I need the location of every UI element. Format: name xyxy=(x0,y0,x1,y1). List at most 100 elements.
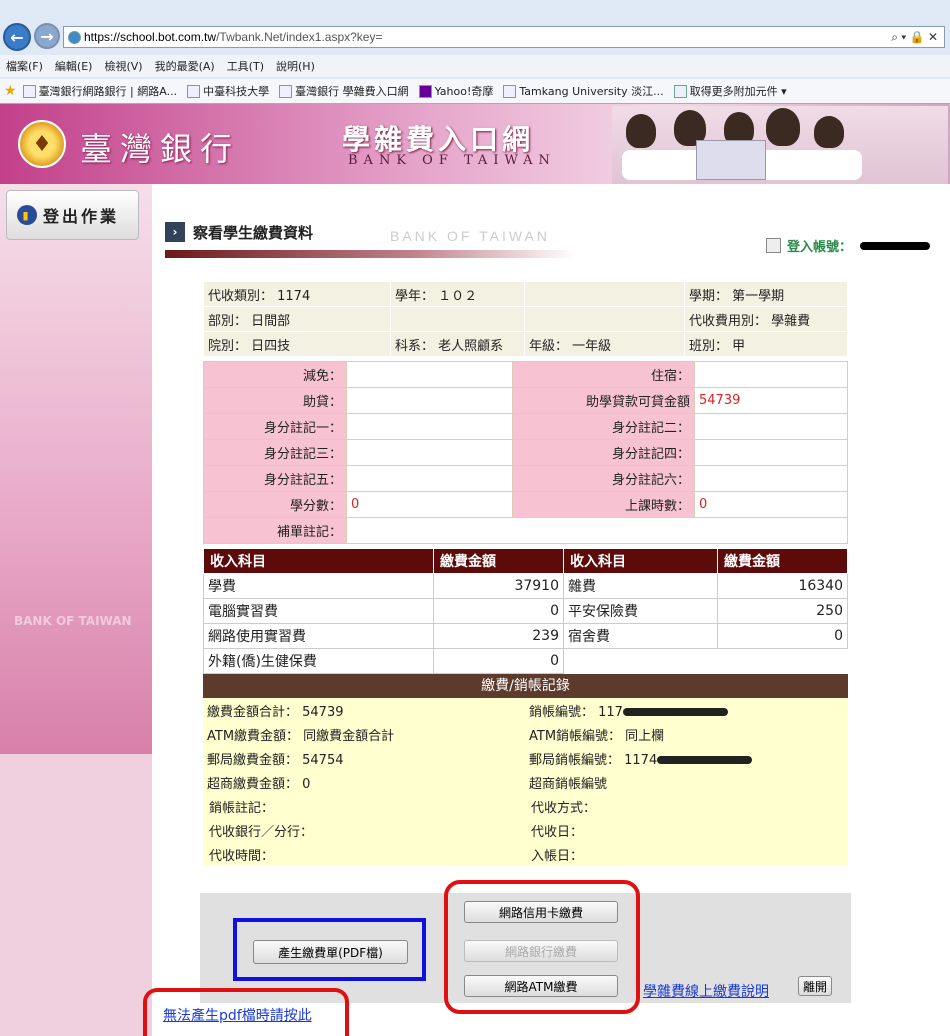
record-account-no: 銷帳編號： 117 xyxy=(525,698,848,722)
menu-edit[interactable]: 編輯(E) xyxy=(55,58,93,74)
detail-value xyxy=(694,439,848,466)
detail-label: 助學貸款可貸金額 xyxy=(512,387,695,414)
page-title: › 察看學生繳費資料 xyxy=(165,220,385,244)
fee-empty xyxy=(563,648,848,674)
fav-item[interactable]: 中臺科技大學 xyxy=(187,83,269,99)
fee-item: 外籍(僑)生健保費 xyxy=(203,648,434,674)
detail-value xyxy=(346,387,513,414)
detail-value xyxy=(346,413,513,440)
ie-icon xyxy=(68,30,81,44)
title-underline xyxy=(165,250,575,258)
page-icon xyxy=(22,84,36,98)
menu-help[interactable]: 說明(H) xyxy=(276,58,315,74)
detail-label: 身分註記四： xyxy=(512,439,695,466)
fav-item[interactable]: 臺灣銀行網路銀行 | 網路A... xyxy=(22,83,177,99)
detail-label: 身分註記六： xyxy=(512,465,695,492)
menu-favorites[interactable]: 我的最愛(A) xyxy=(155,58,215,74)
favorites-bar: ★ 臺灣銀行網路銀行 | 網路A... 中臺科技大學 臺灣銀行 學雜費入口網 Y… xyxy=(0,79,950,103)
fav-item[interactable]: 臺灣銀行 學雜費入口網 xyxy=(279,83,409,99)
detail-value xyxy=(694,465,848,492)
record-collect-method: 代收方式： xyxy=(525,794,848,818)
fee-header: 收入科目 xyxy=(203,548,434,574)
online-payment-help-link[interactable]: 學雜費線上繳費說明 xyxy=(643,981,769,1001)
redacted-number xyxy=(622,708,728,716)
detail-row: 身分註記一： 身分註記二： xyxy=(203,413,848,440)
logout-button[interactable]: ▮ 登出作業 xyxy=(6,190,139,240)
yahoo-icon xyxy=(418,84,432,98)
red-highlight-box xyxy=(444,880,640,1014)
detail-value xyxy=(346,439,513,466)
detail-value: 0 xyxy=(694,491,848,518)
student-info-table: 代收類別： 1174 學年： １０２ 學期： 第一學期 部別： 日間部 代收費用… xyxy=(203,281,848,357)
school-year: 學年： １０２ xyxy=(390,281,525,307)
fee-item: 電腦實習費 xyxy=(203,598,434,624)
address-tools-icon[interactable]: ⌕ ▾ 🔒 ✕ xyxy=(891,30,938,45)
detail-label: 上課時數： xyxy=(512,491,695,518)
url-domain: https://school.bot.com.tw xyxy=(84,30,217,44)
fav-item[interactable]: 取得更多附加元件 ▾ xyxy=(673,83,787,99)
detail-row: 身分註記五： 身分註記六： xyxy=(203,465,848,492)
record-store-account: 超商銷帳編號 xyxy=(525,770,848,794)
back-arrow-icon[interactable]: ← xyxy=(3,23,31,51)
detail-value: 0 xyxy=(346,491,513,518)
redacted-account xyxy=(860,241,931,250)
detail-value xyxy=(694,413,848,440)
fee-amount: 250 xyxy=(717,598,848,624)
fee-header: 繳費金額 xyxy=(717,548,848,574)
college: 院別： 日四技 xyxy=(203,331,391,357)
forward-arrow-icon[interactable]: → xyxy=(34,23,60,49)
fee-item: 雜費 xyxy=(563,573,718,599)
url-path: /Twbank.Net/index1.aspx?key= xyxy=(216,30,383,44)
record-post-account: 郵局銷帳編號： 1174 xyxy=(525,746,848,770)
page-icon xyxy=(187,84,201,98)
favorites-star-icon[interactable]: ★ xyxy=(4,83,17,99)
detail-value xyxy=(346,465,513,492)
fee-item: 學費 xyxy=(203,573,434,599)
title-arrow-icon: › xyxy=(165,222,185,242)
user-icon xyxy=(766,238,781,253)
portal-title-en: BANK OF TAIWAN xyxy=(348,153,556,168)
record-atm-amount: ATM繳費金額： 同繳費金額合計 xyxy=(203,722,525,746)
fee-amount: 37910 xyxy=(433,573,564,599)
fee-amount: 0 xyxy=(433,598,564,624)
fee-row: 電腦實習費 0 平安保險費 250 xyxy=(203,598,848,624)
detail-label: 身分註記二： xyxy=(512,413,695,440)
record-entry-date: 入帳日： xyxy=(525,842,848,866)
detail-label: 身分註記五： xyxy=(203,465,347,492)
term: 學期： 第一學期 xyxy=(684,281,848,307)
menu-file[interactable]: 檔案(F) xyxy=(6,58,43,74)
detail-row: 補單註記： xyxy=(203,517,848,544)
fav-item[interactable]: Yahoo!奇摩 xyxy=(418,83,493,99)
sidebar-bottom xyxy=(0,754,152,1036)
fee-header: 收入科目 xyxy=(563,548,718,574)
fee-row: 網路使用實習費 239 宿舍費 0 xyxy=(203,623,848,649)
payment-record-table: 繳費金額合計： 54739 銷帳編號： 117 ATM繳費金額： 同繳費金額合計… xyxy=(203,698,848,866)
menu-bar: 檔案(F) 編輯(E) 檢視(V) 我的最愛(A) 工具(T) 說明(H) xyxy=(0,55,950,77)
detail-value xyxy=(346,361,513,388)
sidebar-watermark: BANK OF TAIWAN xyxy=(14,614,132,628)
portal-title: 學雜費入口網 xyxy=(342,123,535,156)
logout-icon: ▮ xyxy=(17,205,37,225)
menu-view[interactable]: 檢視(V) xyxy=(104,58,142,74)
fee-use: 代收費用別： 學雜費 xyxy=(684,306,848,332)
detail-row: 身分註記三： 身分註記四： xyxy=(203,439,848,466)
collect-type: 代收類別： 1174 xyxy=(203,281,391,307)
page-icon xyxy=(503,84,517,98)
fee-amount: 0 xyxy=(433,648,564,674)
address-bar[interactable]: https://school.bot.com.tw/Twbank.Net/ind… xyxy=(63,26,945,48)
leave-button[interactable]: 離開 xyxy=(798,976,832,996)
fee-row: 外籍(僑)生健保費 0 xyxy=(203,648,848,674)
logout-label: 登出作業 xyxy=(43,207,120,226)
detail-label: 助貸： xyxy=(203,387,347,414)
record-account-note: 銷帳註記： xyxy=(203,794,525,818)
bank-logo-icon: ♦ xyxy=(18,120,66,168)
fav-item[interactable]: Tamkang University 淡江... xyxy=(503,83,664,99)
record-collect-time: 代收時間： xyxy=(203,842,525,866)
fee-item: 網路使用實習費 xyxy=(203,623,434,649)
department: 科系： 老人照顧系 xyxy=(390,331,525,357)
menu-tools[interactable]: 工具(T) xyxy=(227,58,264,74)
detail-label: 減免： xyxy=(203,361,347,388)
blue-highlight-box xyxy=(233,918,426,981)
record-total: 繳費金額合計： 54739 xyxy=(203,698,525,722)
record-collect-bank: 代收銀行／分行： xyxy=(203,818,525,842)
